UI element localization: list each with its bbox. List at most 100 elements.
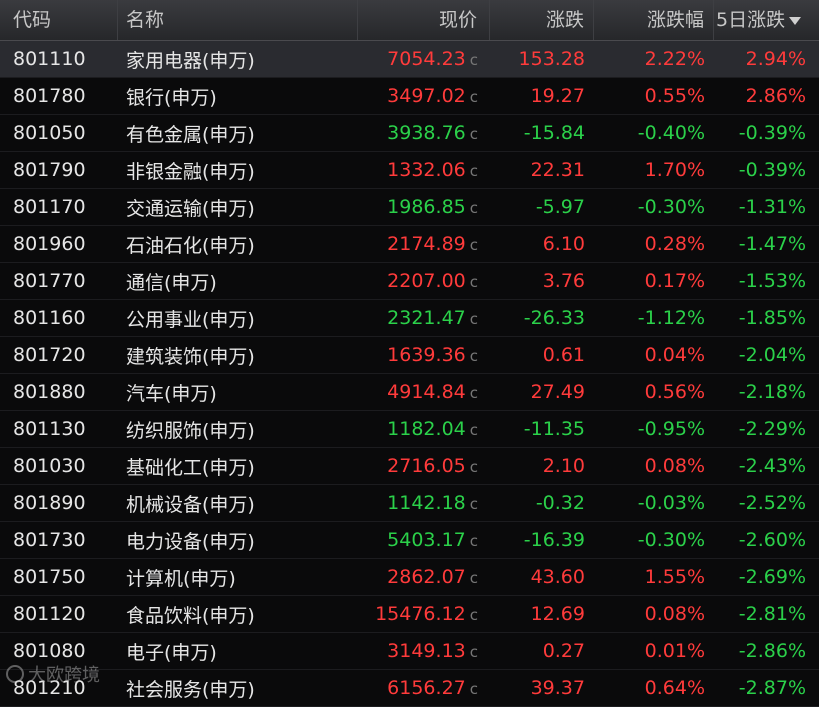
table-row[interactable]: 801110 家用电器(申万) 7054.23 c 153.28 2.22% 2.94% [0,41,819,78]
table-row[interactable]: 801170 交通运输(申万) 1986.85 c -5.97 -0.30% -1.31% [0,189,819,226]
cell-pct: -0.30% [594,529,714,551]
cell-change: 3.76 [490,270,594,292]
cell-name-text: 银行(申万) [126,86,217,109]
cell-pct-text: -0.30% [637,529,705,551]
column-header-code[interactable]: 代码 [0,0,118,40]
table-row[interactable]: 801210 社会服务(申万) 6156.27 c 39.37 0.64% -2.87% [0,670,819,707]
cell-code: 801890 [0,492,118,514]
cell-pct-text: 0.17% [644,270,705,292]
cell-change-text: -26.33 [523,307,585,329]
price-suffix: c [469,606,478,624]
cell-change-text: -5.97 [535,196,585,218]
table-row[interactable]: 801890 机械设备(申万) 1142.18 c -0.32 -0.03% -2.52% [0,485,819,522]
cell-change: 6.10 [490,233,594,255]
cell-pct: 1.70% [594,159,714,181]
cell-price-text: 1332.06 [387,159,466,181]
table-row[interactable]: 801790 非银金融(申万) 1332.06 c 22.31 1.70% -0.39% [0,152,819,189]
cell-pct-text: -0.03% [637,492,705,514]
cell-name-text: 汽车(申万) [126,382,217,405]
price-suffix: c [469,458,478,476]
cell-code: 801880 [0,381,118,403]
cell-name: 汽车(申万) [118,379,358,406]
cell-five-day-text: -2.18% [738,381,806,403]
table-row[interactable]: 801720 建筑装饰(申万) 1639.36 c 0.61 0.04% -2.04% [0,337,819,374]
cell-pct: 0.08% [594,603,714,625]
column-header-name[interactable]: 名称 [118,0,358,40]
table-row[interactable]: 801880 汽车(申万) 4914.84 c 27.49 0.56% -2.18% [0,374,819,411]
cell-name: 非银金融(申万) [118,157,358,184]
table-row[interactable]: 801770 通信(申万) 2207.00 c 3.76 0.17% -1.53% [0,263,819,300]
cell-code: 801780 [0,85,118,107]
table-row[interactable]: 801780 银行(申万) 3497.02 c 19.27 0.55% 2.86% [0,78,819,115]
cell-code-text: 801130 [13,418,86,440]
cell-five-day: -2.87% [714,677,819,699]
watermark-logo-icon [6,665,24,683]
cell-change-text: 39.37 [530,677,585,699]
cell-pct-text: 0.01% [644,640,705,662]
cell-price: 3497.02 c [358,85,490,107]
cell-name: 石油石化(申万) [118,231,358,258]
price-suffix: c [469,569,478,587]
cell-name-text: 非银金融(申万) [126,160,255,183]
table-row[interactable]: 801080 电子(申万) 3149.13 c 0.27 0.01% -2.86% [0,633,819,670]
cell-change: 27.49 [490,381,594,403]
cell-price-text: 1639.36 [387,344,466,366]
cell-price-text: 2716.05 [387,455,466,477]
cell-pct-text: 1.70% [644,159,705,181]
cell-price: 2862.07 c [358,566,490,588]
cell-code: 801720 [0,344,118,366]
column-header-pct[interactable]: 涨跌幅 [594,0,714,40]
cell-pct: 0.08% [594,455,714,477]
cell-five-day-text: -2.60% [738,529,806,551]
cell-price-text: 1142.18 [387,492,466,514]
cell-code: 801170 [0,196,118,218]
cell-five-day-text: 2.86% [745,85,806,107]
cell-code-text: 801750 [13,566,86,588]
cell-five-day-text: -2.69% [738,566,806,588]
cell-pct: 0.28% [594,233,714,255]
price-suffix: c [469,51,478,69]
cell-change: -15.84 [490,122,594,144]
cell-price: 1332.06 c [358,159,490,181]
cell-price: 3938.76 c [358,122,490,144]
cell-price: 15476.12 c [358,603,490,625]
column-header-change[interactable]: 涨跌 [490,0,594,40]
table-row[interactable]: 801030 基础化工(申万) 2716.05 c 2.10 0.08% -2.43% [0,448,819,485]
table-row[interactable]: 801130 纺织服饰(申万) 1182.04 c -11.35 -0.95% -2.29% [0,411,819,448]
cell-code-text: 801960 [13,233,86,255]
table-row[interactable]: 801120 食品饮料(申万) 15476.12 c 12.69 0.08% -2.81% [0,596,819,633]
cell-code: 801130 [0,418,118,440]
price-suffix: c [469,421,478,439]
price-suffix: c [469,643,478,661]
table-row[interactable]: 801050 有色金属(申万) 3938.76 c -15.84 -0.40% -0.39% [0,115,819,152]
price-suffix: c [469,236,478,254]
price-suffix: c [469,199,478,217]
cell-name-text: 纺织服饰(申万) [126,419,255,442]
cell-name-text: 机械设备(申万) [126,493,255,516]
table-row[interactable]: 801750 计算机(申万) 2862.07 c 43.60 1.55% -2.69% [0,559,819,596]
cell-price-text: 2862.07 [387,566,466,588]
cell-name-text: 基础化工(申万) [126,456,255,479]
cell-change-text: 0.27 [542,640,585,662]
table-row[interactable]: 801960 石油石化(申万) 2174.89 c 6.10 0.28% -1.47% [0,226,819,263]
cell-code-text: 801160 [13,307,86,329]
cell-name: 有色金属(申万) [118,120,358,147]
cell-code-text: 801050 [13,122,86,144]
cell-change: 39.37 [490,677,594,699]
column-header-five-day[interactable]: 5日涨跌 [714,0,819,40]
table-row[interactable]: 801160 公用事业(申万) 2321.47 c -26.33 -1.12% -1.85% [0,300,819,337]
cell-name-text: 通信(申万) [126,271,217,294]
cell-name: 电力设备(申万) [118,527,358,554]
cell-code-text: 801780 [13,85,86,107]
cell-five-day: -1.53% [714,270,819,292]
cell-change-text: 22.31 [530,159,585,181]
cell-name-text: 电力设备(申万) [126,530,255,553]
cell-change-text: 6.10 [542,233,585,255]
cell-code: 801120 [0,603,118,625]
table-row[interactable]: 801730 电力设备(申万) 5403.17 c -16.39 -0.30% -2.60% [0,522,819,559]
cell-pct-text: 0.04% [644,344,705,366]
column-header-price[interactable]: 现价 [358,0,490,40]
price-suffix: c [469,495,478,513]
cell-change: 153.28 [490,48,594,70]
cell-name: 交通运输(申万) [118,194,358,221]
